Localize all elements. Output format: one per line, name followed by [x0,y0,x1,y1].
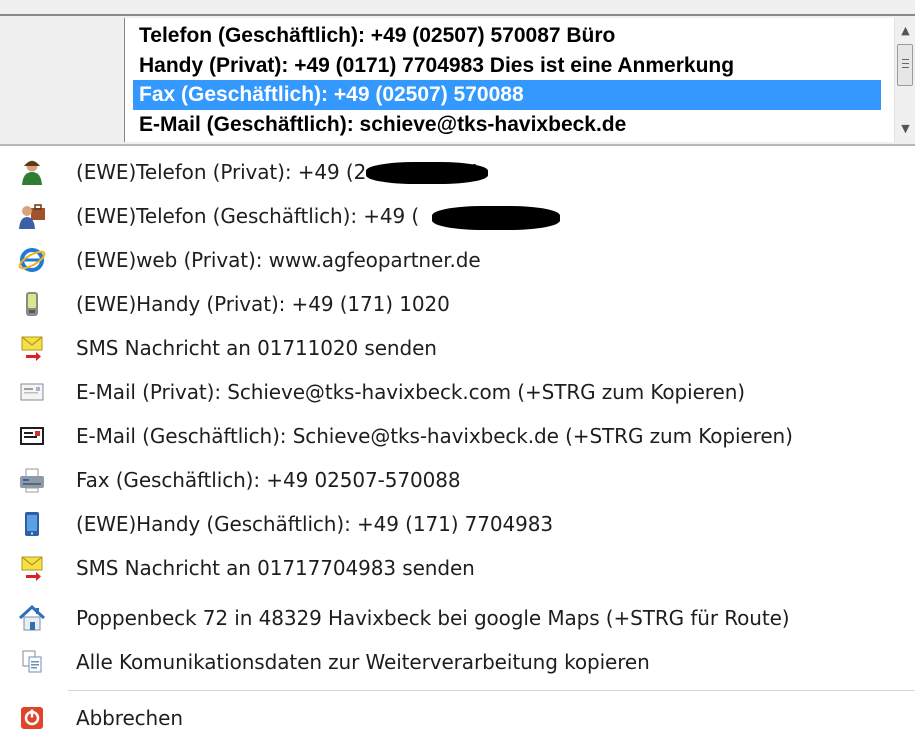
listbox-scrollbar[interactable]: ▲ ▼ [894,18,915,142]
top-border [0,14,915,16]
menu-item-google-maps[interactable]: Poppenbeck 72 in 48329 Havixbeck bei goo… [0,596,915,640]
list-item[interactable]: Telefon (Geschäftlich): +49 (02507) 5700… [135,21,615,51]
scrollbar-thumb[interactable] [897,44,913,86]
redaction-mark [366,162,488,184]
menu-item-label: SMS Nachricht an 01711020 senden [76,336,437,360]
menu-item-label: E-Mail (Privat): Schieve@tks-havixbeck.c… [76,380,745,404]
copy-icon [22,650,42,673]
redaction-mark [432,206,560,230]
menu-item-sms-1[interactable]: SMS Nachricht an 01711020 senden [0,326,915,370]
menu-item-label: (EWE)Telefon (Geschäftlich): +49 ( [76,204,420,228]
home-icon [18,604,46,631]
contact-list-panel: Telefon (Geschäftlich): +49 (02507) 5700… [0,0,915,146]
business-person-icon [19,204,45,229]
person-icon [22,160,42,185]
menu-item-email-privat[interactable]: E-Mail (Privat): Schieve@tks-havixbeck.c… [0,370,915,414]
menu-item-cancel[interactable]: Abbrechen [0,696,915,740]
mobile-phone-icon [26,292,38,316]
menu-item-telefon-privat[interactable]: (EWE)Telefon (Privat): +49 (24 [0,150,915,194]
internet-explorer-icon [18,248,46,272]
menu-item-handy-privat[interactable]: (EWE)Handy (Privat): +49 (171) 1020 [0,282,915,326]
menu-item-label: Fax (Geschäftlich): +49 02507-570088 [76,468,461,492]
cancel-icon [21,707,43,729]
menu-item-label: SMS Nachricht an 01717704983 senden [76,556,475,580]
menu-item-web[interactable]: (EWE)web (Privat): www.agfeopartner.de [0,238,915,282]
menu-separator [68,690,915,691]
menu-item-email-geschaeftlich[interactable]: E-Mail (Geschäftlich): Schieve@tks-havix… [0,414,915,458]
list-item[interactable]: E-Mail (Geschäftlich): schieve@tks-havix… [135,110,626,140]
scroll-up-arrow-icon[interactable]: ▲ [898,24,913,39]
menu-item-copy-all[interactable]: Alle Komunikationsdaten zur Weiterverarb… [0,640,915,684]
menu-item-handy-geschaeftlich[interactable]: (EWE)Handy (Geschäftlich): +49 (171) 770… [0,502,915,546]
email-card-dark-icon [20,427,44,445]
menu-item-label: (EWE)Handy (Geschäftlich): +49 (171) 770… [76,512,554,536]
menu-item-fax[interactable]: Fax (Geschäftlich): +49 02507-570088 [0,458,915,502]
menu-item-label: Alle Komunikationsdaten zur Weiterverarb… [76,650,650,674]
menu-item-telefon-geschaeftlich[interactable]: (EWE)Telefon (Geschäftlich): +49 ( [0,194,915,238]
menu-item-label: Poppenbeck 72 in 48329 Havixbeck bei goo… [76,606,790,630]
menu-item-label: E-Mail (Geschäftlich): Schieve@tks-havix… [76,424,793,448]
sms-envelope-icon [21,556,43,581]
smartphone-icon [25,512,39,536]
menu-item-label: (EWE)Handy (Privat): +49 (171) 1020 [76,292,450,316]
list-item[interactable]: Handy (Privat): +49 (0171) 7704983 Dies … [135,51,734,81]
context-menu: (EWE)Telefon (Privat): +49 (24 (EWE)Tele… [0,146,915,738]
communication-listbox[interactable]: Telefon (Geschäftlich): +49 (02507) 5700… [124,18,895,142]
sms-envelope-icon [21,336,43,361]
fax-icon [20,468,44,493]
menu-item-label: Abbrechen [76,706,183,730]
list-item-selected[interactable]: Fax (Geschäftlich): +49 (02507) 570088 [133,80,881,110]
email-card-icon [20,383,44,401]
scroll-down-arrow-icon[interactable]: ▼ [898,122,913,137]
menu-item-sms-2[interactable]: SMS Nachricht an 01717704983 senden [0,546,915,590]
menu-item-label: (EWE)web (Privat): www.agfeopartner.de [76,248,481,272]
